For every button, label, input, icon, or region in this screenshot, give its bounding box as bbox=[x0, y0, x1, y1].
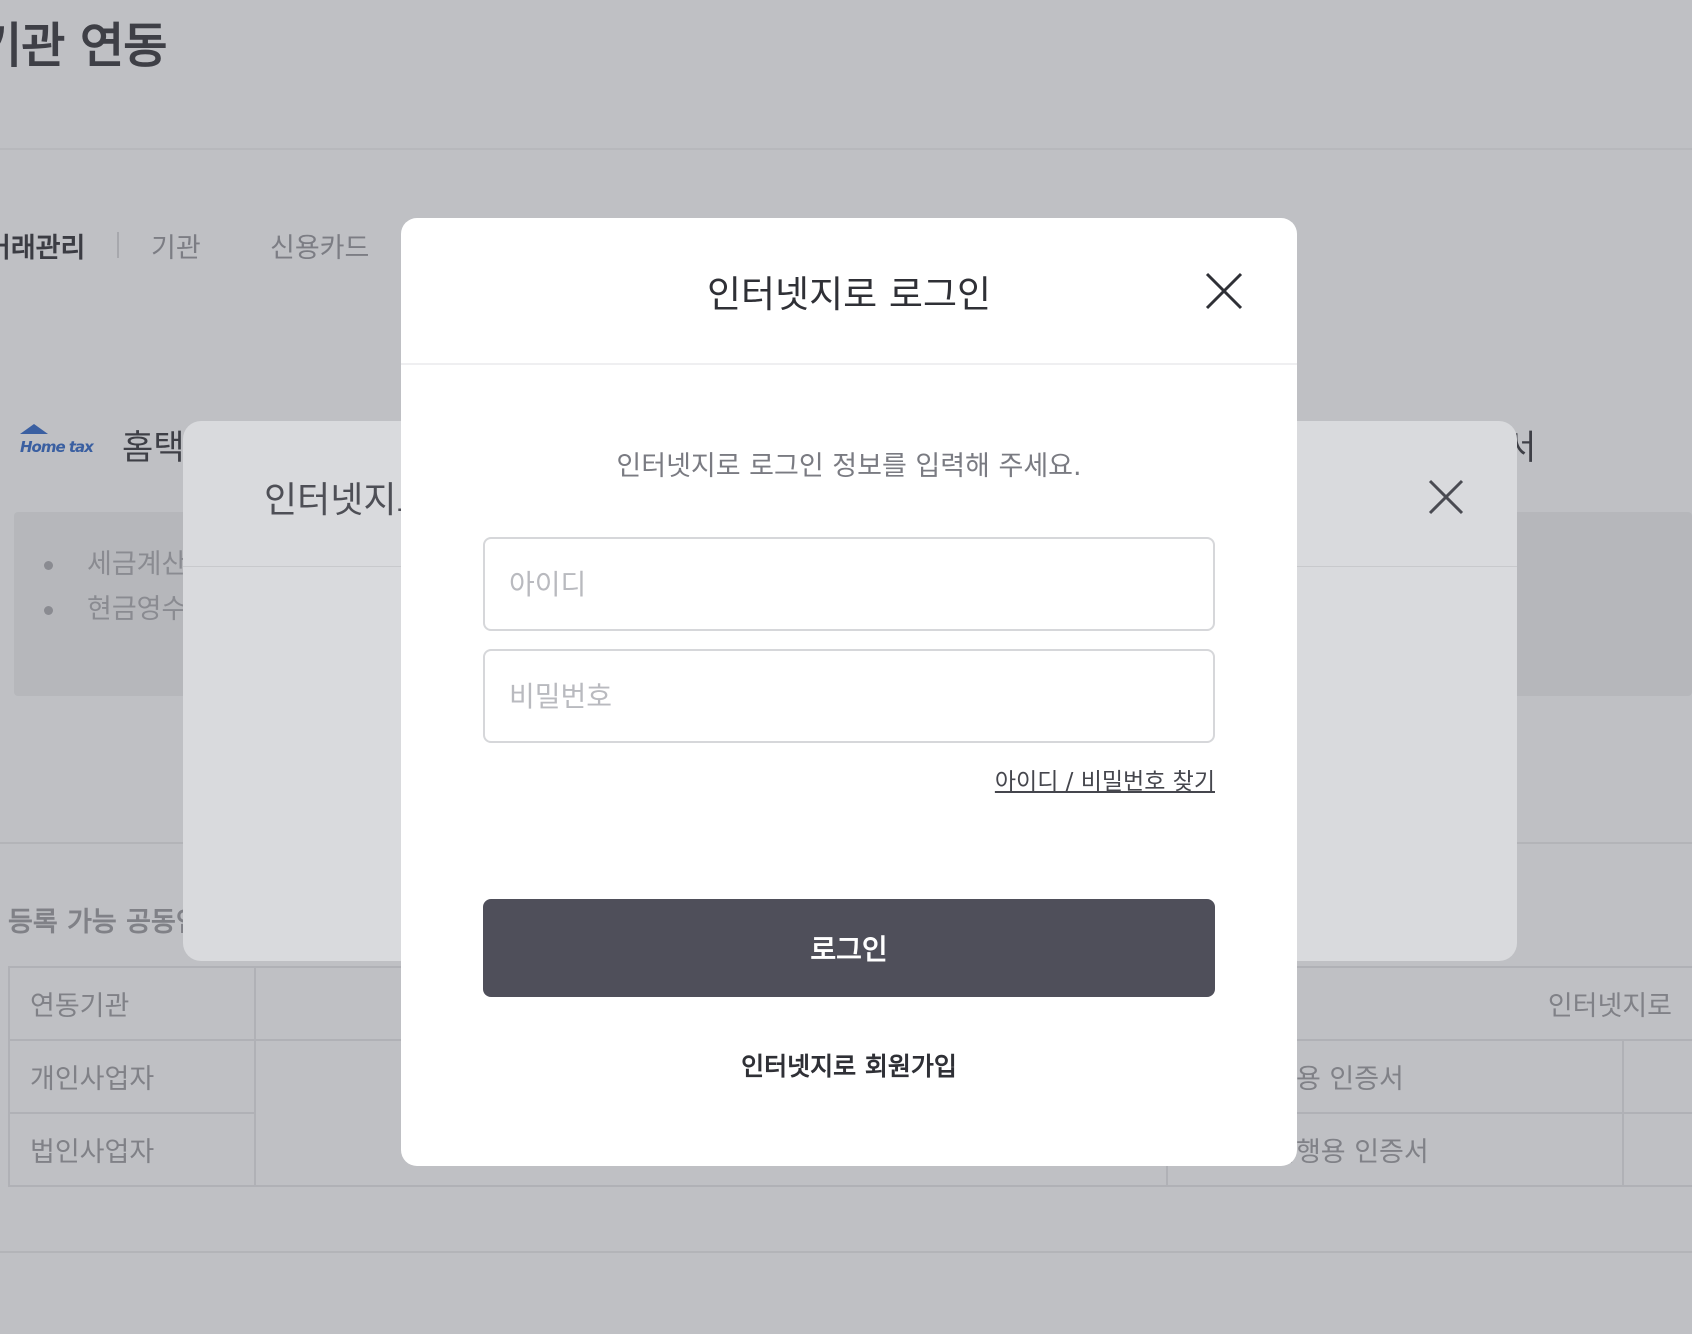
table-cell bbox=[1621, 1112, 1692, 1187]
find-account-link[interactable]: 아이디 / 비밀번호 찾기 bbox=[995, 762, 1215, 796]
header-divider bbox=[0, 148, 1692, 150]
table-cell: 연동기관 bbox=[8, 966, 256, 1041]
section-title: 등록 가능 공동인 bbox=[8, 907, 201, 938]
login-button[interactable]: 로그인 bbox=[483, 899, 1215, 997]
id-input[interactable] bbox=[483, 537, 1215, 631]
table-cell: 개인사업자 bbox=[8, 1039, 256, 1114]
bottom-divider bbox=[0, 1251, 1692, 1253]
table-cell bbox=[1621, 1039, 1692, 1114]
bullet-icon bbox=[44, 561, 53, 570]
institution-name: 홈택 bbox=[122, 428, 185, 468]
login-modal: 인터넷지로 로그인 인터넷지로 로그인 정보를 입력해 주세요. 아이디 / 비… bbox=[401, 218, 1297, 1166]
signup-link[interactable]: 인터넷지로 회원가입 bbox=[401, 1047, 1297, 1083]
close-icon[interactable] bbox=[1424, 475, 1468, 519]
tab-divider bbox=[117, 232, 119, 258]
bullet-icon bbox=[44, 606, 53, 615]
table-cell: 법인사업자 bbox=[8, 1112, 256, 1187]
modal-title: 인터넷지로 로그인 bbox=[706, 273, 992, 316]
page-title: 기관 연동 bbox=[0, 18, 167, 74]
password-input[interactable] bbox=[483, 649, 1215, 743]
hometax-logo: Home tax bbox=[20, 424, 94, 462]
info-item: 세금계산 bbox=[44, 542, 186, 581]
tab-institution[interactable]: 기관 bbox=[151, 226, 201, 265]
modal-divider bbox=[401, 363, 1297, 365]
modal-description: 인터넷지로 로그인 정보를 입력해 주세요. bbox=[616, 451, 1082, 482]
tab-credit-card[interactable]: 신용카드 bbox=[270, 226, 369, 265]
close-icon[interactable] bbox=[1204, 271, 1244, 311]
info-item: 현금영수 bbox=[44, 587, 186, 626]
tab-transactions[interactable]: 거래관리 bbox=[0, 226, 85, 265]
